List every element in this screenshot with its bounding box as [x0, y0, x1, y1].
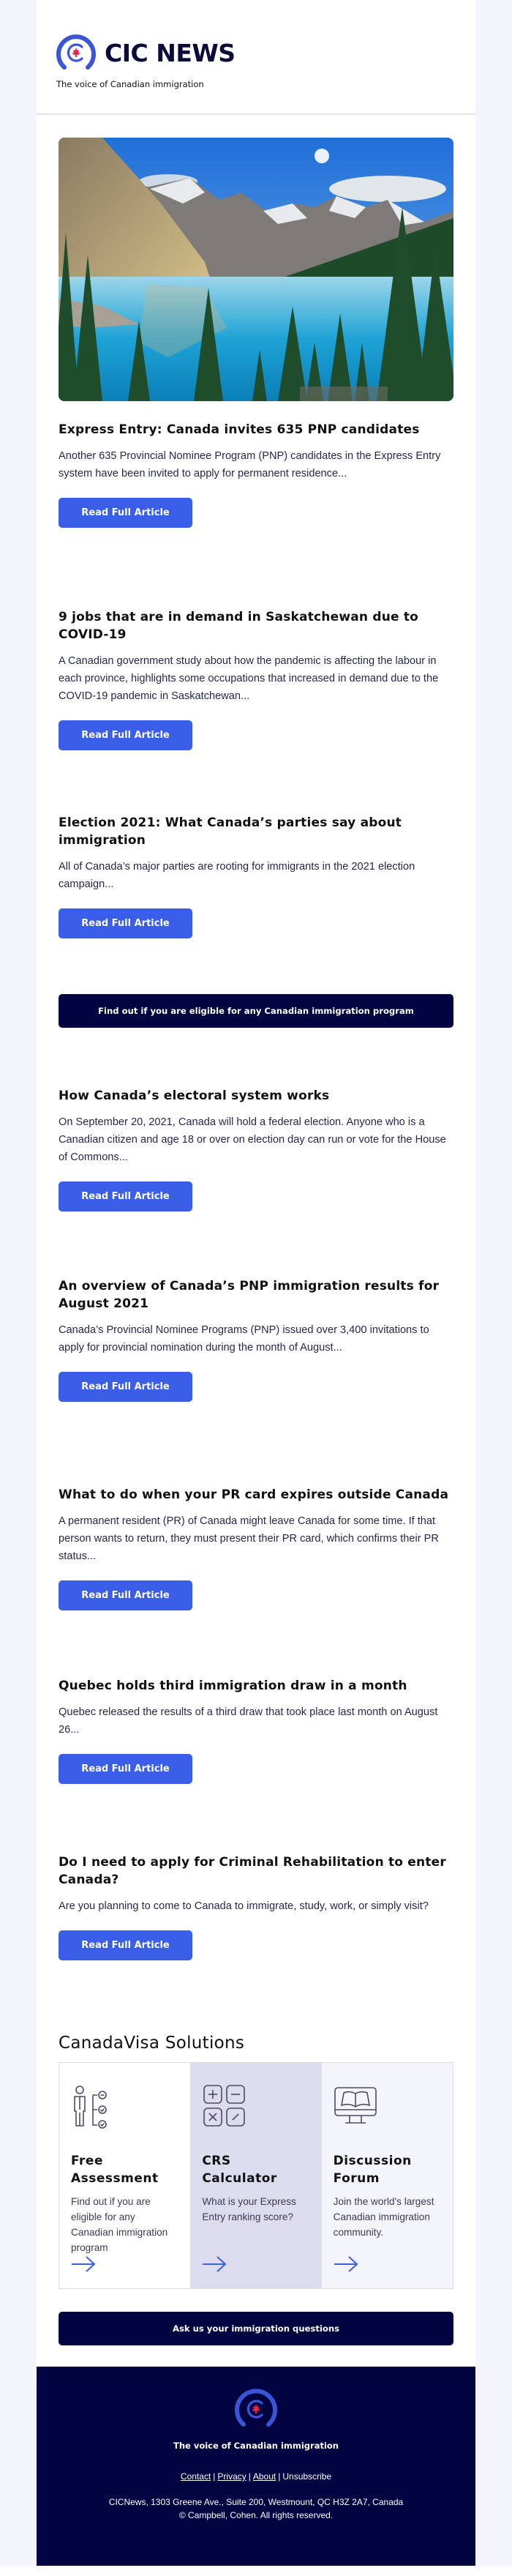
article-card: Quebec holds third immigration draw in a… [59, 1677, 453, 1784]
email-container: CIC NEWS The voice of Canadian immigrati… [37, 0, 475, 2566]
link-separator: | [213, 2471, 216, 2482]
article-summary: A permanent resident (PR) of Canada migh… [59, 1515, 439, 1562]
cic-logo-icon [56, 34, 96, 70]
read-full-article-button[interactable]: Read Full Article [59, 1372, 192, 1402]
eligibility-cta-button[interactable]: Find out if you are eligible for any Can… [59, 994, 453, 1028]
link-separator: | [248, 2471, 251, 2482]
article-summary: Are you planning to come to Canada to im… [59, 1900, 429, 1912]
article-title[interactable]: Quebec holds third immigration draw in a… [59, 1677, 453, 1695]
solutions-cards: Free Assessment Find out if you are elig… [59, 2062, 453, 2289]
maple-leaf-icon [72, 48, 80, 57]
article-summary: A Canadian government study about how th… [59, 655, 439, 702]
header: CIC NEWS The voice of Canadian immigrati… [37, 0, 475, 115]
about-link[interactable]: About [253, 2471, 276, 2482]
read-full-article-button[interactable]: Read Full Article [59, 720, 192, 750]
read-full-article-button[interactable]: Read Full Article [59, 1754, 192, 1784]
contact-link[interactable]: Contact [181, 2471, 211, 2482]
article-card: Election 2021: What Canada’s parties say… [59, 814, 453, 938]
article-title[interactable]: Election 2021: What Canada’s parties say… [59, 814, 453, 849]
cic-logo-icon [235, 2389, 277, 2427]
free-assessment-card[interactable]: Free Assessment Find out if you are elig… [59, 2063, 191, 2288]
calculator-icon [203, 2085, 246, 2127]
article-card: Express Entry: Canada invites 635 PNP ca… [59, 421, 453, 528]
header-tagline: The voice of Canadian immigration [56, 79, 204, 89]
footer-copyright: © Campbell, Cohen. All rights reserved. [178, 2510, 334, 2520]
hero-image[interactable] [59, 138, 453, 401]
privacy-link[interactable]: Privacy [217, 2471, 246, 2482]
article-card: How Canada’s electoral system works On S… [59, 1087, 453, 1212]
article-title[interactable]: Do I need to apply for Criminal Rehabili… [59, 1853, 453, 1889]
article-card: 9 jobs that are in demand in Saskatchewa… [59, 608, 453, 750]
card-title: CRS Calculator [202, 2154, 277, 2186]
article-title[interactable]: Express Entry: Canada invites 635 PNP ca… [59, 421, 453, 438]
link-separator: | [278, 2471, 281, 2482]
crs-calculator-card[interactable]: CRS Calculator What is your Express Entr… [190, 2063, 322, 2288]
read-full-article-button[interactable]: Read Full Article [59, 498, 192, 528]
arrow-right-icon[interactable] [334, 2256, 358, 2272]
forum-monitor-book-icon [334, 2087, 377, 2124]
unsubscribe-link[interactable]: Unsubscribe [282, 2471, 331, 2482]
article-title[interactable]: An overview of Canada’s PNP immigration … [59, 1277, 453, 1313]
article-summary: All of Canada’s major parties are rootin… [59, 861, 415, 890]
article-card: What to do when your PR card expires out… [59, 1486, 453, 1610]
ask-questions-cta-button[interactable]: Ask us your immigration questions [59, 2312, 453, 2345]
read-full-article-button[interactable]: Read Full Article [59, 1930, 192, 1960]
footer-address: CICNews, 1303 Greene Ave., Suite 200, We… [108, 2497, 404, 2507]
assessment-checklist-icon [74, 2086, 107, 2129]
solutions-heading: CanadaVisa Solutions [59, 2034, 245, 2053]
card-title: Free Assessment [71, 2154, 159, 2186]
article-title[interactable]: How Canada’s electoral system works [59, 1087, 453, 1105]
article-summary: Canada’s Provincial Nominee Programs (PN… [59, 1324, 429, 1354]
article-summary: Another 635 Provincial Nominee Program (… [59, 450, 441, 479]
read-full-article-button[interactable]: Read Full Article [59, 1181, 192, 1212]
arrow-right-icon[interactable] [202, 2256, 227, 2272]
article-card: Do I need to apply for Criminal Rehabili… [59, 1853, 453, 1960]
footer-links: Contact | Privacy | About | Unsubscribe [37, 2471, 475, 2482]
page-background: CIC NEWS The voice of Canadian immigrati… [0, 0, 512, 2566]
article-summary: On September 20, 2021, Canada will hold … [59, 1116, 446, 1163]
arrow-right-icon[interactable] [71, 2256, 96, 2272]
footer-address-block: CICNews, 1303 Greene Ave., Suite 200, We… [37, 2495, 475, 2522]
article-summary: Quebec released the results of a third d… [59, 1706, 438, 1736]
card-text: Find out if you are eligible for any Can… [71, 2196, 168, 2253]
cic-news-logo[interactable]: CIC NEWS [56, 32, 236, 73]
card-text: Join the world's largest Canadian immigr… [333, 2196, 434, 2238]
card-title: Discussion Forum [333, 2154, 412, 2186]
article-title[interactable]: What to do when your PR card expires out… [59, 1486, 453, 1504]
article-title[interactable]: 9 jobs that are in demand in Saskatchewa… [59, 608, 453, 643]
discussion-forum-card[interactable]: Discussion Forum Join the world's larges… [321, 2063, 453, 2288]
footer: The voice of Canadian immigration Contac… [37, 2367, 475, 2566]
brand-name: CIC NEWS [105, 38, 236, 67]
article-card: An overview of Canada’s PNP immigration … [59, 1277, 453, 1402]
card-text: What is your Express Entry ranking score… [202, 2196, 296, 2222]
read-full-article-button[interactable]: Read Full Article [59, 1580, 192, 1610]
maple-leaf-icon [252, 2404, 260, 2413]
footer-tagline: The voice of Canadian immigration [173, 2441, 339, 2451]
read-full-article-button[interactable]: Read Full Article [59, 908, 192, 938]
landscape-photo [59, 138, 453, 401]
